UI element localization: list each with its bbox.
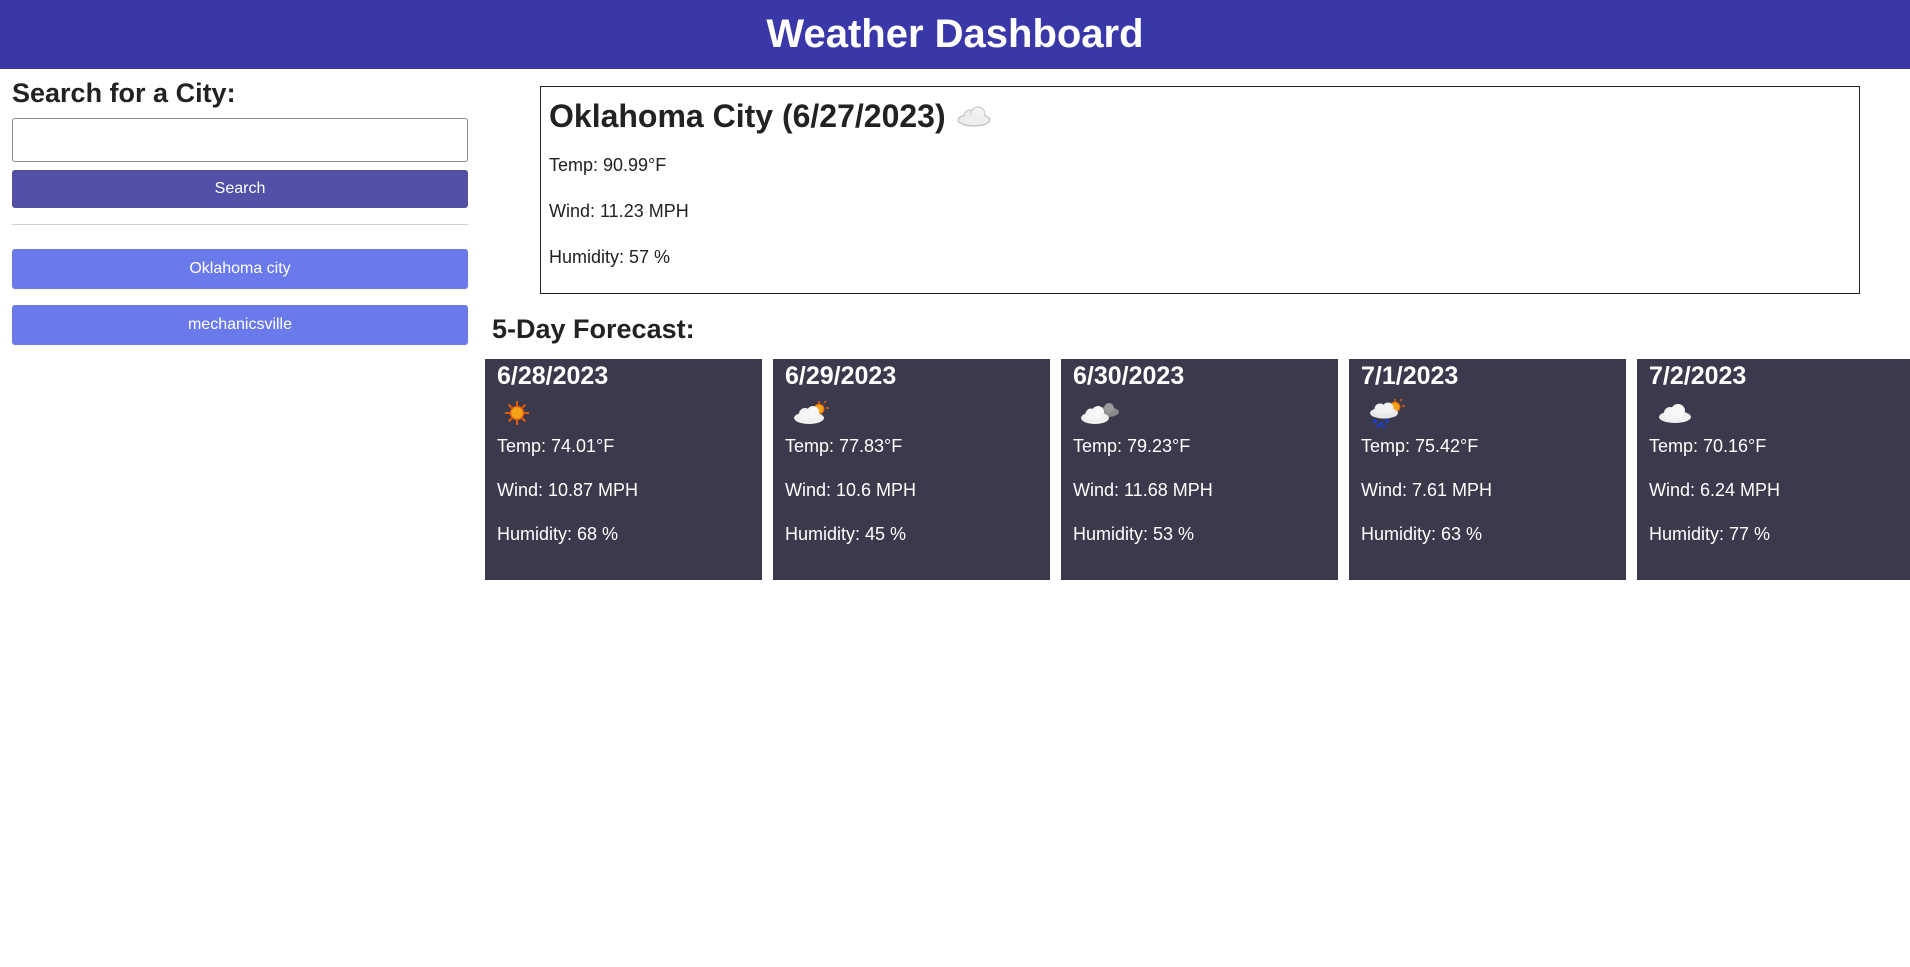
forecast-card: 6/29/2023 Temp: 77.83°F Wind: 10.6 MPH H…: [773, 359, 1050, 580]
app-title: Weather Dashboard: [766, 12, 1144, 56]
forecast-cards: 6/28/2023 Temp: 74.01°F Wind: 10.87 MPH …: [485, 359, 1910, 580]
forecast-card: 6/28/2023 Temp: 74.01°F Wind: 10.87 MPH …: [485, 359, 762, 580]
forecast-date: 6/30/2023: [1073, 362, 1185, 390]
history-button-oklahoma-city[interactable]: Oklahoma city: [12, 249, 468, 290]
forecast-wind: Wind: 6.24 MPH: [1649, 480, 1781, 500]
current-weather-heading: Oklahoma City (6/27/2023): [549, 97, 1851, 135]
forecast-card: 7/1/2023 Temp: 75.42°F Wind: 7.61 MPH Hu…: [1349, 359, 1626, 580]
forecast-title: 5-Day Forecast:: [492, 314, 695, 344]
current-humidity: Humidity: 57 %: [549, 247, 671, 268]
current-temp: Temp: 90.99°F: [549, 155, 667, 176]
sidebar: Search for a City: Search Oklahoma city …: [12, 77, 468, 361]
forecast-wind: Wind: 7.61 MPH: [1361, 480, 1493, 500]
cloud-icon: [956, 105, 992, 127]
forecast-humidity: Humidity: 77 %: [1649, 524, 1771, 544]
cloud-icon: [1649, 391, 1902, 435]
forecast-temp: Temp: 74.01°F: [497, 436, 615, 456]
forecast-date: 6/28/2023: [497, 362, 609, 390]
forecast-wind: Wind: 10.6 MPH: [785, 480, 917, 500]
partly-cloudy-icon: [785, 391, 1038, 435]
forecast-temp: Temp: 79.23°F: [1073, 436, 1191, 456]
current-wind: Wind: 11.23 MPH: [549, 201, 689, 222]
current-city-date: Oklahoma City (6/27/2023): [549, 98, 946, 134]
forecast-wind: Wind: 11.68 MPH: [1073, 480, 1213, 500]
forecast-date: 7/1/2023: [1361, 362, 1459, 390]
forecast-humidity: Humidity: 53 %: [1073, 524, 1195, 544]
main-area: Search for a City: Search Oklahoma city …: [0, 69, 1910, 967]
history-button-mechanicsville[interactable]: mechanicsville: [12, 305, 468, 346]
broken-clouds-icon: [1073, 391, 1326, 435]
forecast-humidity: Humidity: 68 %: [497, 524, 619, 544]
sidebar-divider: [12, 224, 468, 226]
rain-sun-icon: [1361, 391, 1614, 435]
forecast-wind: Wind: 10.87 MPH: [497, 480, 639, 500]
forecast-humidity: Humidity: 63 %: [1361, 524, 1483, 544]
forecast-date: 7/2/2023: [1649, 362, 1747, 390]
forecast-date: 6/29/2023: [785, 362, 897, 390]
forecast-temp: Temp: 70.16°F: [1649, 436, 1767, 456]
search-button[interactable]: Search: [12, 170, 468, 209]
app-header: Weather Dashboard: [0, 0, 1910, 69]
forecast-card: 7/2/2023 Temp: 70.16°F Wind: 6.24 MPH Hu…: [1637, 359, 1910, 580]
search-heading: Search for a City:: [12, 78, 236, 108]
sun-icon: [497, 391, 750, 435]
forecast-humidity: Humidity: 45 %: [785, 524, 907, 544]
current-weather-panel: Oklahoma City (6/27/2023) Temp: 90.99°F …: [540, 86, 1860, 294]
forecast-temp: Temp: 75.42°F: [1361, 436, 1479, 456]
forecast-temp: Temp: 77.83°F: [785, 436, 903, 456]
city-search-input[interactable]: [12, 118, 468, 163]
forecast-card: 6/30/2023 Temp: 79.23°F Wind: 11.68 MPH …: [1061, 359, 1338, 580]
